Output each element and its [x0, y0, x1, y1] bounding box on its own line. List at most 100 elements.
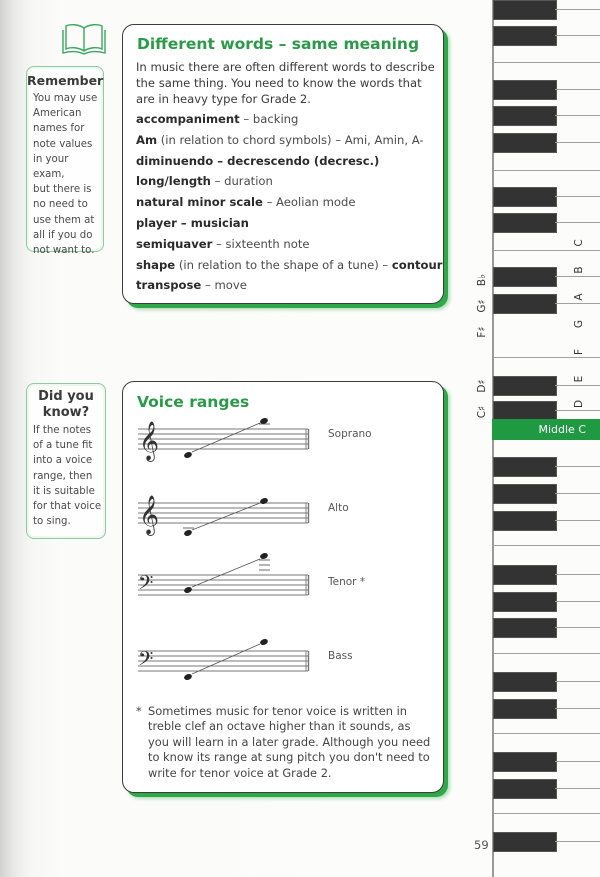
bass-clef-icon: 𝄢 — [138, 571, 153, 599]
voice-label-bass: Bass — [328, 650, 353, 662]
term-bold: diminuendo – decrescendo (decresc.) — [136, 153, 380, 168]
key-divider — [555, 708, 600, 710]
term-row: natural minor scale – Aeolian mode — [136, 195, 355, 209]
intro-text: In music there are often different words… — [136, 60, 435, 106]
key-divider — [493, 62, 600, 64]
black-key[interactable] — [493, 26, 557, 46]
white-key-label: G — [573, 319, 585, 329]
term-row: Am (in relation to chord symbols) – Ami,… — [136, 133, 424, 147]
key-divider — [555, 681, 600, 683]
term-meaning: – Aeolian mode — [262, 195, 356, 210]
key-divider — [555, 142, 600, 144]
black-key[interactable] — [493, 106, 557, 126]
remember-text: You may use American names for note valu… — [33, 93, 98, 257]
black-key[interactable] — [493, 484, 557, 504]
black-key[interactable] — [493, 511, 557, 531]
black-key[interactable] — [493, 213, 557, 233]
term-bold: Am — [136, 132, 158, 147]
tenor-footnote: * Sometimes music for tenor voice is wri… — [136, 704, 431, 781]
soprano-staff: 𝄞 — [138, 418, 310, 462]
term-bold: long/length — [136, 174, 211, 189]
treble-clef-icon: 𝄞 — [139, 421, 159, 462]
black-key[interactable] — [493, 779, 557, 799]
middle-c-label: Middle C — [492, 419, 600, 440]
black-key[interactable] — [493, 672, 557, 692]
black-key-label: D♯ — [476, 379, 488, 393]
black-key[interactable] — [493, 80, 557, 100]
did-you-know-box: Did you know? If the notes of a tune fit… — [26, 383, 106, 539]
black-key[interactable] — [493, 457, 557, 477]
black-key[interactable] — [493, 401, 557, 421]
key-divider — [555, 601, 600, 603]
white-key-label: F — [573, 348, 585, 356]
black-key[interactable] — [493, 592, 557, 612]
key-divider — [555, 35, 600, 37]
key-divider — [493, 170, 600, 172]
term-bold: accompaniment — [136, 112, 240, 126]
term-row: long/length – duration — [136, 174, 273, 188]
bass-staff: 𝄢 — [138, 639, 310, 680]
footnote-asterisk: * — [136, 704, 142, 718]
black-key[interactable] — [493, 187, 557, 207]
remember-title: Remember — [27, 73, 104, 88]
did-you-know-title-line1: Did you — [38, 389, 94, 404]
black-key-label: C♯ — [476, 405, 488, 419]
black-key-label: G♯ — [476, 299, 488, 313]
term-bold: shape — [136, 257, 176, 272]
black-key[interactable] — [493, 294, 557, 314]
key-divider — [493, 250, 600, 252]
term-meaning: – duration — [210, 174, 273, 189]
term-meaning: – backing — [239, 112, 299, 126]
key-divider — [493, 813, 600, 815]
term-meaning: (in relation to the shape of a tune) – — [175, 257, 392, 272]
key-divider — [555, 89, 600, 91]
black-key[interactable] — [493, 752, 557, 772]
black-key[interactable] — [493, 618, 557, 638]
voice-label-soprano: Soprano — [328, 428, 372, 440]
term-bold: transpose — [136, 278, 202, 293]
white-key-label: B — [573, 266, 585, 274]
key-divider — [555, 196, 600, 198]
page-number: 59 — [474, 838, 489, 852]
black-key[interactable] — [493, 565, 557, 585]
voice-label-alto: Alto — [328, 502, 349, 514]
black-key[interactable] — [493, 0, 557, 20]
key-divider — [555, 841, 600, 843]
card-title: Different words – same meaning — [137, 35, 420, 53]
term-row: diminuendo – decrescendo (decresc.) — [136, 154, 379, 168]
term-row: player – musician — [136, 216, 249, 230]
black-key[interactable] — [493, 267, 557, 287]
term-row: semiquaver – sixteenth note — [136, 237, 310, 251]
white-key-label: C — [573, 239, 585, 247]
term-bold: natural minor scale — [136, 195, 263, 210]
black-key[interactable] — [493, 133, 557, 153]
term-row: transpose – move — [136, 278, 247, 292]
white-key-label: A — [573, 293, 585, 301]
key-divider — [555, 466, 600, 468]
term-bold: player – musician — [136, 216, 249, 230]
term-meaning: – sixteenth note — [212, 236, 310, 251]
voice-ranges-card: Voice ranges 𝄞 Soprano 𝄞 Alto 𝄢 Tenor * … — [122, 381, 444, 793]
footnote-text: Sometimes music for tenor voice is writt… — [148, 704, 431, 780]
key-divider — [493, 733, 600, 735]
key-divider — [555, 574, 600, 576]
term-bold-alt: contour — [391, 257, 443, 272]
key-divider — [555, 627, 600, 629]
key-divider — [555, 788, 600, 790]
tenor-staff: 𝄢 — [138, 553, 310, 599]
black-key[interactable] — [493, 376, 557, 396]
key-divider — [555, 115, 600, 117]
key-divider — [555, 520, 600, 522]
did-you-know-title: Did you know? — [27, 389, 105, 421]
book-icon — [62, 23, 106, 55]
alto-staff: 𝄞 — [138, 495, 310, 536]
black-key-label: F♯ — [476, 326, 488, 338]
voice-label-tenor: Tenor * — [328, 576, 366, 588]
bass-clef-icon: 𝄢 — [138, 647, 153, 675]
term-row: shape (in relation to the shape of a tun… — [136, 258, 442, 272]
remember-box: Remember You may use American names for … — [26, 66, 104, 256]
black-key[interactable] — [493, 832, 557, 852]
term-meaning: (in relation to chord symbols) – Ami, Am… — [157, 132, 424, 147]
black-key[interactable] — [493, 699, 557, 719]
different-words-card: Different words – same meaning In music … — [122, 24, 444, 304]
